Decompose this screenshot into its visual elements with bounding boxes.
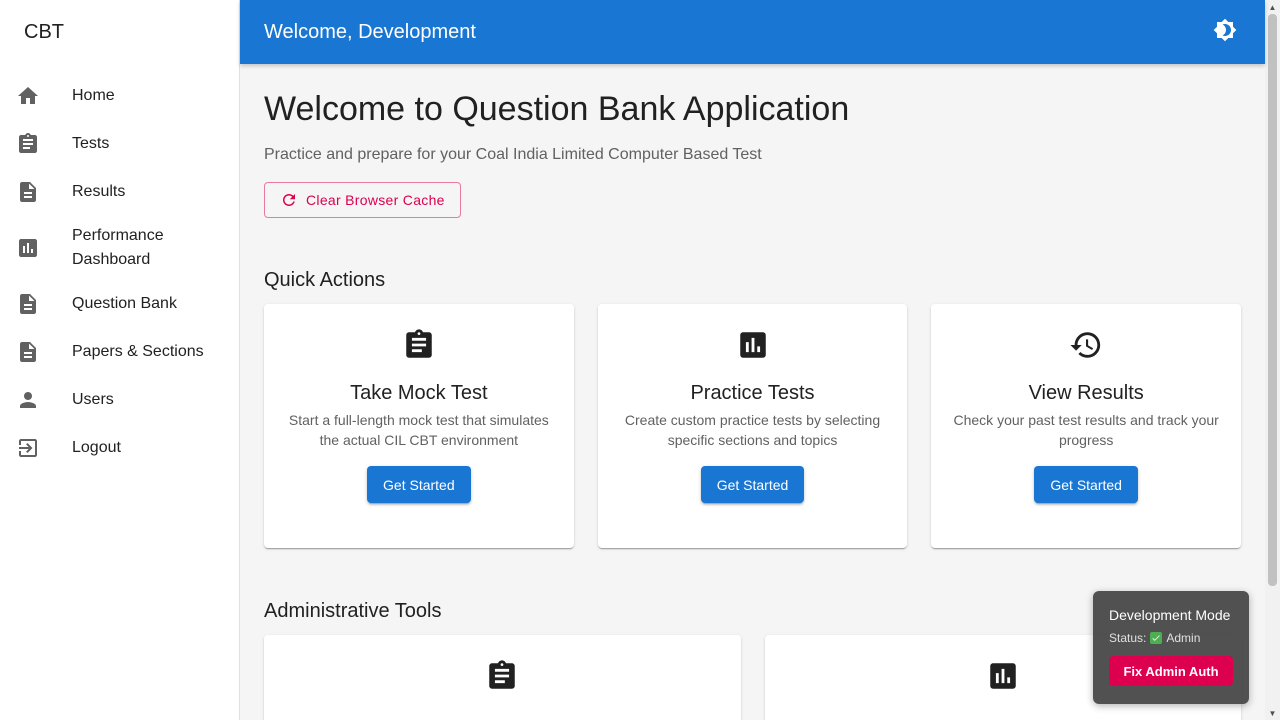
sidebar-item-label: Home [72, 87, 115, 104]
assignment-icon [16, 132, 72, 156]
description-icon [16, 340, 72, 364]
quick-action-card-mock-test: Take Mock Test Start a full-length mock … [264, 304, 574, 548]
description-icon [16, 292, 72, 316]
scroll-up-arrow[interactable]: ▲ [1265, 0, 1280, 14]
assignment-icon [485, 659, 519, 698]
sidebar-item-tests[interactable]: Tests [0, 120, 239, 168]
brightness-icon [1213, 18, 1237, 47]
card-title: Practice Tests [690, 382, 815, 404]
page-title: Welcome to Question Bank Application [264, 90, 850, 128]
clear-cache-button[interactable]: Clear Browser Cache [264, 182, 461, 218]
status-label: Status: [1109, 631, 1147, 645]
scroll-thumb[interactable] [1268, 14, 1277, 586]
home-icon [16, 84, 72, 108]
sidebar-item-logout[interactable]: Logout [0, 424, 239, 472]
refresh-icon [280, 191, 298, 209]
status-value: Admin [1166, 631, 1201, 645]
dev-mode-title: Development Mode [1109, 607, 1231, 623]
card-description: Check your past test results and track y… [953, 412, 1219, 448]
scroll-down-arrow[interactable]: ▼ [1265, 706, 1280, 720]
get-started-button[interactable]: Get Started [700, 466, 805, 503]
quick-action-card-view-results: View Results Check your past test result… [931, 304, 1242, 548]
quick-actions-cards: Take Mock Test Start a full-length mock … [264, 304, 1242, 548]
sidebar-item-label: Logout [72, 439, 121, 456]
quick-action-card-practice-tests: Practice Tests Create custom practice te… [597, 304, 908, 548]
assessment-icon [16, 236, 72, 260]
assignment-icon [402, 328, 436, 367]
brand-title: CBT [24, 20, 64, 43]
card-title: Take Mock Test [350, 382, 488, 404]
get-started-button[interactable]: Get Started [1034, 466, 1138, 503]
page-subtitle: Practice and prepare for your Coal India… [264, 146, 762, 163]
fix-admin-auth-button[interactable]: Fix Admin Auth [1109, 656, 1233, 686]
sidebar-item-label: Papers & Sections [72, 343, 204, 360]
sidebar-item-papers-sections[interactable]: Papers & Sections [0, 328, 239, 376]
sidebar-item-label: Results [72, 183, 126, 200]
quick-actions-title: Quick Actions [264, 269, 386, 291]
sidebar-item-results[interactable]: Results [0, 168, 239, 216]
card-title: View Results [1028, 382, 1144, 404]
person-icon [16, 388, 72, 412]
sidebar-item-label: Performance Dashboard [72, 227, 164, 268]
theme-toggle-button[interactable] [1209, 16, 1241, 48]
card-description: Start a full-length mock test that simul… [288, 412, 549, 448]
sidebar: CBT Home Tests Results Performance Dashb… [0, 0, 240, 720]
sidebar-nav: Home Tests Results Performance Dashboard… [0, 64, 239, 472]
description-icon [16, 180, 72, 204]
sidebar-item-question-bank[interactable]: Question Bank [0, 280, 239, 328]
app-bar: Welcome, Development [240, 0, 1265, 64]
sidebar-item-label: Question Bank [72, 295, 177, 312]
dev-mode-panel: Development Mode Status: Admin Fix Admin… [1093, 591, 1249, 704]
sidebar-item-users[interactable]: Users [0, 376, 239, 424]
app-bar-title: Welcome, Development [264, 20, 476, 43]
assessment-icon [986, 659, 1020, 698]
sidebar-item-label: Users [72, 391, 114, 408]
get-started-button[interactable]: Get Started [367, 466, 471, 503]
sidebar-item-home[interactable]: Home [0, 72, 239, 120]
assessment-icon [736, 328, 770, 367]
page-scrollbar[interactable]: ▲ ▼ [1265, 0, 1280, 720]
sidebar-item-performance-dashboard[interactable]: Performance Dashboard [0, 216, 239, 280]
dev-mode-status: Status: Admin [1109, 631, 1233, 645]
exit-icon [16, 436, 72, 460]
history-icon [1069, 328, 1103, 367]
clear-cache-label: Clear Browser Cache [306, 192, 445, 208]
admin-tool-card [264, 635, 741, 720]
check-icon [1150, 632, 1163, 644]
sidebar-item-label: Tests [72, 135, 110, 152]
card-description: Create custom practice tests by selectin… [624, 412, 881, 448]
